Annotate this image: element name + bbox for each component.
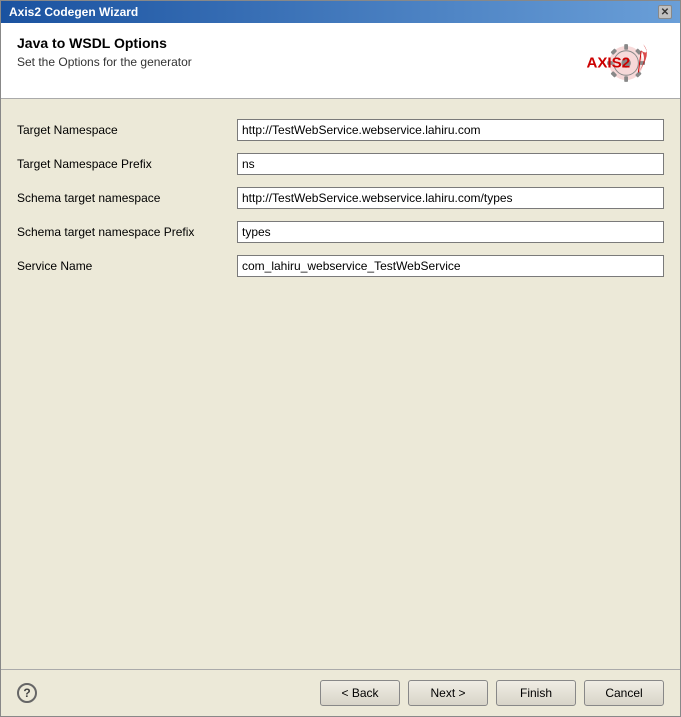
form-row-2: Schema target namespace: [17, 187, 664, 209]
form-row-4: Service Name: [17, 255, 664, 277]
logo-area: AXIS2: [574, 35, 664, 90]
header-text: Java to WSDL Options Set the Options for…: [17, 35, 192, 69]
back-button[interactable]: < Back: [320, 680, 400, 706]
cancel-button[interactable]: Cancel: [584, 680, 664, 706]
form-area: Target Namespace Target Namespace Prefix…: [1, 99, 680, 669]
label-service-name: Service Name: [17, 259, 237, 273]
finish-button[interactable]: Finish: [496, 680, 576, 706]
svg-text:AXIS2: AXIS2: [586, 54, 630, 71]
page-subheading: Set the Options for the generator: [17, 55, 192, 69]
input-schema-target-namespace[interactable]: [237, 187, 664, 209]
main-window: Axis2 Codegen Wizard ✕ Java to WSDL Opti…: [0, 0, 681, 717]
form-row-3: Schema target namespace Prefix: [17, 221, 664, 243]
form-row-0: Target Namespace: [17, 119, 664, 141]
bottom-bar: ? < Back Next > Finish Cancel: [1, 669, 680, 716]
input-schema-target-namespace-prefix[interactable]: [237, 221, 664, 243]
input-service-name[interactable]: [237, 255, 664, 277]
next-button[interactable]: Next >: [408, 680, 488, 706]
label-target-namespace: Target Namespace: [17, 123, 237, 137]
bottom-buttons: < Back Next > Finish Cancel: [320, 680, 664, 706]
form-row-1: Target Namespace Prefix: [17, 153, 664, 175]
content-area: Java to WSDL Options Set the Options for…: [1, 23, 680, 716]
input-target-namespace-prefix[interactable]: [237, 153, 664, 175]
page-heading: Java to WSDL Options: [17, 35, 192, 51]
help-button[interactable]: ?: [17, 683, 37, 703]
header-section: Java to WSDL Options Set the Options for…: [1, 23, 680, 99]
bottom-left: ?: [17, 683, 37, 703]
label-schema-target-namespace: Schema target namespace: [17, 191, 237, 205]
axis2-logo: AXIS2: [577, 38, 662, 88]
close-button[interactable]: ✕: [658, 5, 672, 19]
label-schema-target-namespace-prefix: Schema target namespace Prefix: [17, 225, 237, 239]
input-target-namespace[interactable]: [237, 119, 664, 141]
window-title: Axis2 Codegen Wizard: [9, 5, 138, 19]
title-bar: Axis2 Codegen Wizard ✕: [1, 1, 680, 23]
label-target-namespace-prefix: Target Namespace Prefix: [17, 157, 237, 171]
